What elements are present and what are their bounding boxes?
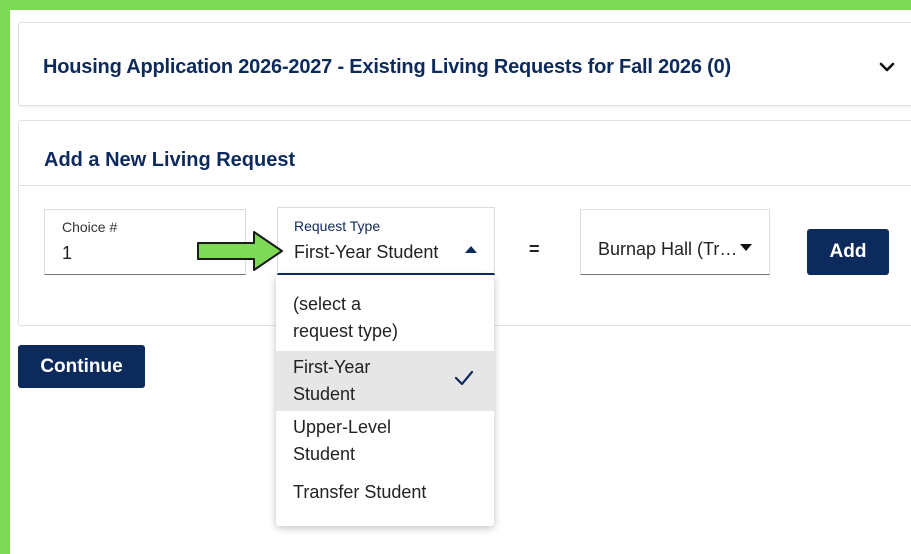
request-type-value: First-Year Student <box>294 242 439 262</box>
option-first-year-student[interactable]: First-Year Student <box>276 351 494 411</box>
add-button[interactable]: Add <box>807 229 889 275</box>
continue-button[interactable]: Continue <box>18 345 145 388</box>
hall-select[interactable]: Burnap Hall (Tr… <box>580 209 770 275</box>
caret-down-icon <box>740 244 752 251</box>
new-request-header: Add a New Living Request <box>19 121 911 186</box>
option-select-request-type[interactable]: (select a request type) <box>276 291 494 351</box>
choice-number-value[interactable]: 1 <box>62 243 72 264</box>
option-upper-level-student[interactable]: Upper-Level Student <box>276 411 494 473</box>
option-label: First-Year Student <box>293 357 371 404</box>
caret-up-icon <box>465 246 477 253</box>
green-arrow-icon <box>197 231 283 271</box>
existing-requests-panel[interactable]: Housing Application 2026-2027 - Existing… <box>18 22 911 106</box>
request-type-label: Request Type <box>294 218 381 234</box>
equals-sign: = <box>529 239 540 259</box>
checkmark-icon <box>454 370 474 386</box>
existing-requests-title: Housing Application 2026-2027 - Existing… <box>43 56 731 78</box>
chevron-down-icon[interactable] <box>875 55 899 79</box>
option-label: Transfer Student <box>293 482 427 502</box>
page-frame: Housing Application 2026-2027 - Existing… <box>0 0 911 554</box>
option-label: (select a request type) <box>293 294 399 341</box>
request-type-select[interactable]: Request Type First-Year Student <box>277 207 495 275</box>
option-transfer-student[interactable]: Transfer Student <box>276 479 494 513</box>
choice-number-label: Choice # <box>62 219 118 235</box>
new-request-heading: Add a New Living Request <box>44 149 296 171</box>
request-type-dropdown-menu: (select a request type) First-Year Stude… <box>276 275 494 526</box>
hall-select-value: Burnap Hall (Tr… <box>598 239 738 259</box>
option-label: Upper-Level Student <box>293 417 392 464</box>
